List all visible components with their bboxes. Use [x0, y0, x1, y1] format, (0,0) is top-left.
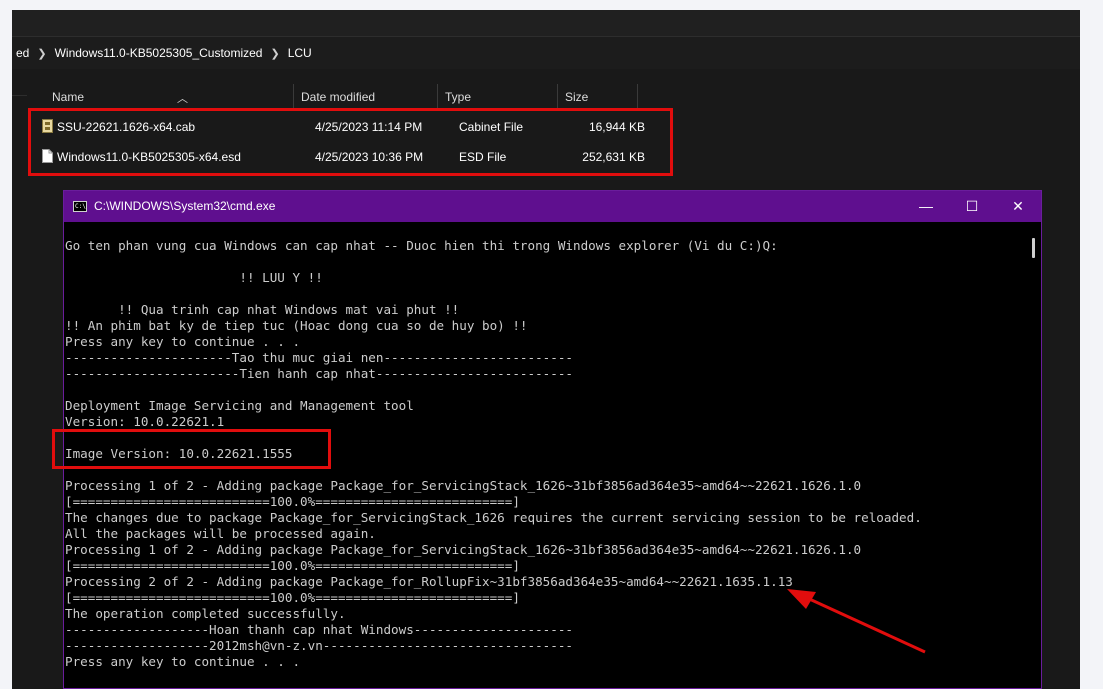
highlight-box-image-version — [52, 429, 331, 469]
console-line: ----------------------Tao thu muc giai n… — [65, 350, 573, 365]
close-button[interactable]: ✕ — [995, 191, 1041, 222]
breadcrumb-item-folder[interactable]: Windows11.0-KB5025305_Customized — [51, 46, 267, 60]
breadcrumb: ed ❯ Windows11.0-KB5025305_Customized ❯ … — [12, 37, 1080, 96]
console-line: Go ten phan vung cua Windows can cap nha… — [65, 238, 778, 253]
console-line: All the packages will be processed again… — [65, 526, 376, 541]
cmd-titlebar[interactable]: C:\ C:\WINDOWS\System32\cmd.exe — ☐ ✕ — [64, 191, 1041, 222]
console-line: Press any key to continue . . . — [65, 654, 301, 669]
window-title: C:\WINDOWS\System32\cmd.exe — [94, 199, 276, 213]
console-line: The operation completed successfully. — [65, 606, 346, 621]
sort-ascending-icon: ︿ — [177, 93, 188, 105]
console-line: Processing 1 of 2 - Adding package Packa… — [65, 542, 862, 557]
console-line: -------------------2012msh@vn-z.vn------… — [65, 638, 573, 653]
column-divider — [637, 84, 638, 110]
console-line: Processing 2 of 2 - Adding package Packa… — [65, 574, 793, 589]
chevron-right-icon[interactable]: ❯ — [266, 47, 283, 60]
breadcrumb-item-current[interactable]: LCU — [284, 46, 316, 60]
column-headers: Name ︿ Date modified Type Size — [27, 84, 667, 110]
chevron-right-icon[interactable]: ❯ — [33, 47, 50, 60]
console-line: [==========================100.0%=======… — [65, 494, 520, 509]
highlight-box-files — [28, 108, 673, 176]
column-header-date[interactable]: Date modified — [293, 84, 431, 110]
console-line: !! An phim bat ky de tiep tuc (Hoac dong… — [65, 318, 528, 333]
maximize-button[interactable]: ☐ — [949, 191, 995, 222]
scrollbar-thumb[interactable] — [1032, 238, 1035, 258]
column-header-size[interactable]: Size — [557, 84, 637, 110]
console-line: -------------------Hoan thanh cap nhat W… — [65, 622, 573, 637]
console-line: Version: 10.0.22621.1 — [65, 414, 225, 429]
console-line: !! Qua trinh cap nhat Windows mat vai ph… — [65, 302, 460, 317]
console-line: Processing 1 of 2 - Adding package Packa… — [65, 478, 862, 493]
column-header-name[interactable]: Name — [45, 84, 300, 110]
breadcrumb-item-parent[interactable]: ed — [12, 46, 33, 60]
terminal-icon: C:\ — [73, 201, 87, 212]
console-line: [==========================100.0%=======… — [65, 590, 520, 605]
console-line: The changes due to package Package_for_S… — [65, 510, 922, 525]
console-line: Deployment Image Servicing and Managemen… — [65, 398, 414, 413]
column-header-type[interactable]: Type — [437, 84, 557, 110]
vertical-scrollbar[interactable] — [1025, 222, 1041, 688]
console-line: -----------------------Tien hanh cap nha… — [65, 366, 573, 381]
explorer-toolbar — [12, 10, 1080, 36]
minimize-button[interactable]: — — [903, 191, 949, 222]
page-margin — [1080, 10, 1103, 689]
console-line: [==========================100.0%=======… — [65, 558, 520, 573]
console-line: !! LUU Y !! — [65, 270, 323, 285]
console-line: Press any key to continue . . . — [65, 334, 301, 349]
